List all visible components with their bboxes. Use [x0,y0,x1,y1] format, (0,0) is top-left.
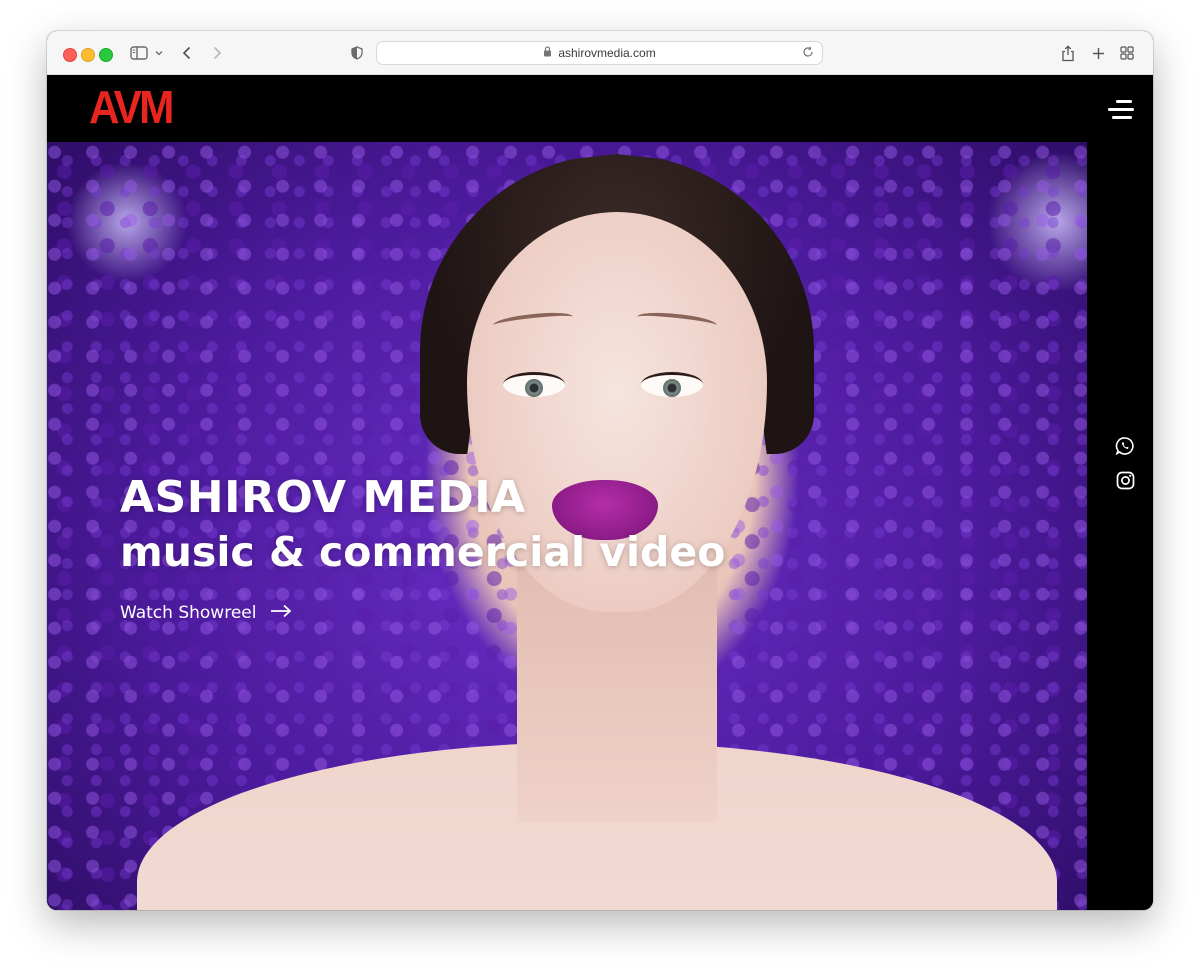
privacy-shield-icon[interactable] [349,43,365,63]
arrow-right-icon [270,603,292,623]
tab-overview-icon[interactable] [1118,43,1136,63]
instagram-icon[interactable] [1115,470,1135,490]
close-window-button[interactable] [63,48,77,62]
hero-subtitle: music & commercial video [120,528,726,576]
sidebar-toggle-icon[interactable] [129,43,149,63]
hero-section: ASHIROV MEDIA music & commercial video W… [47,142,1087,910]
minimize-window-button[interactable] [81,48,95,62]
forward-icon[interactable] [209,43,225,63]
hero-photo-eye [641,372,703,397]
chevron-down-icon[interactable] [153,43,165,63]
hamburger-menu-icon[interactable] [1106,99,1134,121]
lock-icon [543,46,552,60]
website: AVM ASHIROV MEDIA music & commercial vid… [47,75,1153,910]
share-icon[interactable] [1060,43,1076,63]
cta-label: Watch Showreel [120,603,257,623]
browser-window: ashirovmedia.com AVM ASHIROV MEDIA music… [47,31,1153,910]
new-tab-icon[interactable] [1090,43,1106,63]
url-text: ashirovmedia.com [558,46,656,60]
whatsapp-icon[interactable] [1115,436,1135,456]
address-bar[interactable]: ashirovmedia.com [376,41,823,65]
hero-title: ASHIROV MEDIA [120,472,526,523]
watch-showreel-link[interactable]: Watch Showreel [120,603,292,623]
back-icon[interactable] [179,43,195,63]
browser-toolbar: ashirovmedia.com [47,31,1153,75]
zoom-window-button[interactable] [99,48,113,62]
hero-photo-eye [503,372,565,397]
site-logo[interactable]: AVM [89,83,174,131]
reload-icon[interactable] [802,46,814,61]
